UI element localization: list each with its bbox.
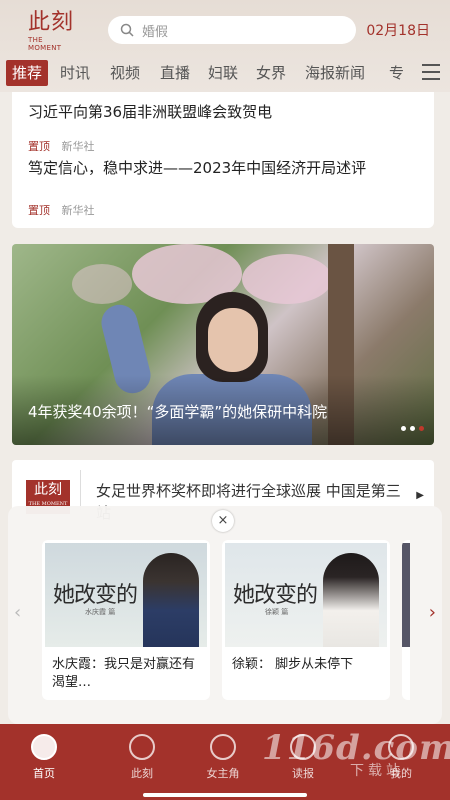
thumbnail-subtitle: 徐颖 篇	[265, 608, 289, 616]
pinned-news-card: 习近平向第36届非洲联盟峰会致贺电 置顶 新华社 笃定信心，稳中求进——2023…	[12, 92, 434, 228]
carousel-indicator	[401, 426, 424, 431]
ticker-logo-cn: 此刻	[34, 482, 62, 498]
carousel-dot	[410, 426, 415, 431]
video-thumbnail: 她改变的 徐颖 篇	[225, 543, 387, 647]
home-icon	[31, 734, 57, 760]
app-logo[interactable]: 此刻 THE MOMENT	[28, 10, 76, 52]
nav-label: 此刻	[131, 767, 153, 780]
pinned-badge: 置顶	[28, 204, 50, 217]
app-header: 此刻 THE MOMENT 婚假 02月18日 推荐 时讯 视频 直播 妇联 女…	[0, 0, 450, 92]
tab-special[interactable]: 专	[389, 60, 404, 86]
tab-poster-news[interactable]: 海报新闻	[305, 60, 365, 86]
video-card[interactable]: 她改变的 水庆霞 篇 水庆霞：我只是对赢还有渴望…	[42, 540, 210, 700]
news-meta: 置顶 新华社	[28, 138, 95, 154]
tab-womens-federation[interactable]: 妇联	[208, 60, 238, 86]
video-card[interactable]: 她改变的 徐颖 篇 徐颖： 脚步从未停下	[222, 540, 390, 700]
tab-live[interactable]: 直播	[160, 60, 190, 86]
chevron-right-icon[interactable]: ›	[429, 602, 436, 623]
nav-label: 女主角	[206, 767, 240, 780]
home-indicator	[143, 793, 307, 797]
nav-item-moment[interactable]: 此刻	[107, 734, 177, 781]
search-placeholder: 婚假	[142, 24, 169, 40]
video-thumbnail: 她改变的 水庆霞 篇	[45, 543, 207, 647]
watermark-subtitle: 下载站	[350, 763, 404, 779]
search-input[interactable]: 婚假	[108, 16, 356, 44]
tab-recommend[interactable]: 推荐	[6, 60, 49, 86]
current-date: 02月18日	[366, 23, 430, 39]
heroine-icon	[210, 734, 236, 760]
menu-icon[interactable]	[422, 64, 440, 80]
thumbnail-subtitle: 水庆霞 篇	[85, 608, 116, 616]
pinned-badge: 置顶	[28, 140, 50, 153]
play-arrow-icon[interactable]: ▶	[416, 490, 424, 501]
carousel-dot-active	[419, 426, 424, 431]
thumbnail-title: 她改变的	[233, 583, 318, 608]
news-title[interactable]: 习近平向第36届非洲联盟峰会致贺电	[28, 102, 418, 122]
category-tabs: 推荐 时讯 视频 直播 妇联 女界 海报新闻 专	[0, 58, 450, 88]
moment-icon	[129, 734, 155, 760]
divider	[80, 470, 81, 510]
nav-item-home[interactable]: 首页	[9, 734, 79, 781]
tab-women-world[interactable]: 女界	[256, 60, 286, 86]
news-meta: 置顶 新华社	[28, 202, 95, 218]
video-card-peek[interactable]	[402, 540, 410, 700]
tab-news-flash[interactable]: 时讯	[60, 60, 90, 86]
carousel-dot	[401, 426, 406, 431]
nav-item-heroine[interactable]: 女主角	[188, 734, 258, 781]
video-caption: 徐颖： 脚步从未停下	[232, 657, 354, 672]
featured-banner[interactable]: 4年获奖40余项！“多面学霸”的她保研中科院	[12, 244, 434, 445]
chevron-left-icon[interactable]: ‹	[14, 602, 21, 623]
logo-text-cn: 此刻	[28, 10, 75, 35]
news-source: 新华社	[61, 204, 95, 217]
news-source: 新华社	[61, 140, 95, 153]
thumbnail-title: 她改变的	[53, 583, 138, 608]
close-button[interactable]: ×	[212, 510, 234, 532]
video-caption: 水庆霞：我只是对赢还有渴望…	[52, 657, 196, 690]
nav-label: 首页	[33, 767, 55, 780]
logo-text-en: THE MOMENT	[28, 36, 62, 52]
search-icon	[120, 23, 134, 37]
news-title[interactable]: 笃定信心，稳中求进——2023年中国经济开局述评	[28, 158, 418, 178]
banner-caption: 4年获奖40余项！“多面学霸”的她保研中科院	[28, 403, 328, 421]
tab-video[interactable]: 视频	[110, 60, 140, 86]
